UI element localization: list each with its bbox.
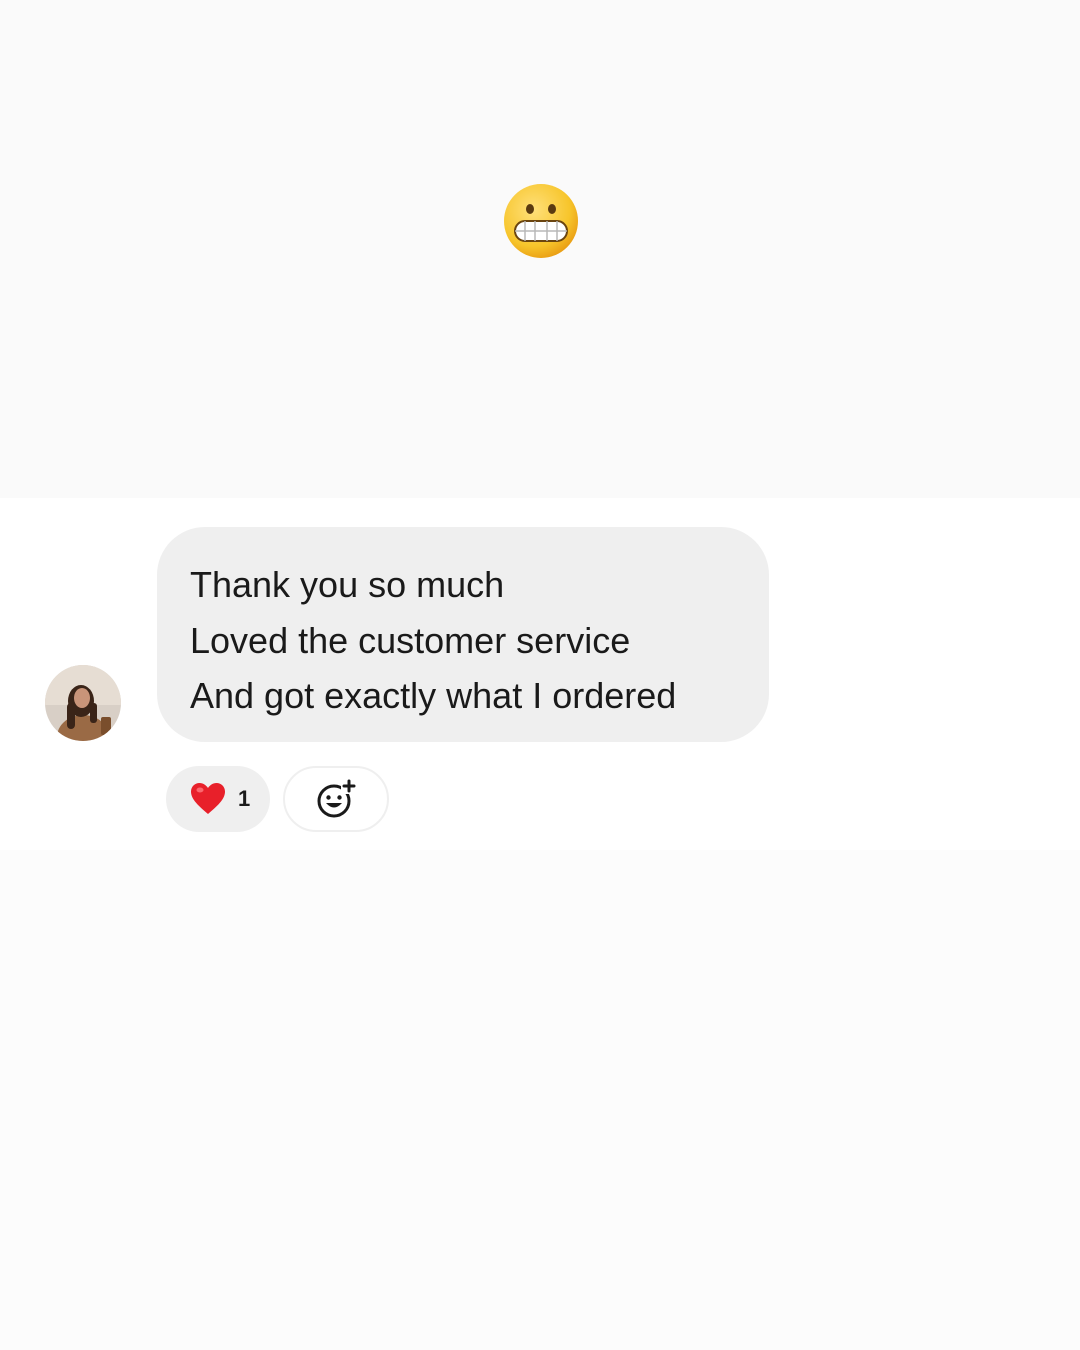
reaction-heart-chip[interactable]: 1: [166, 766, 270, 832]
chat-screen: Thank you so much Loved the customer ser…: [0, 0, 1080, 1350]
grimacing-face-icon[interactable]: [503, 183, 579, 259]
message-line-3: And got exactly what I ordered: [190, 675, 677, 716]
message-bubble[interactable]: Thank you so much Loved the customer ser…: [157, 527, 769, 742]
add-reaction-icon: [317, 778, 357, 818]
message-above-area: [0, 0, 1080, 498]
message-line-1: Thank you so much: [190, 564, 505, 605]
avatar-photo-icon: [45, 665, 121, 741]
add-reaction-button[interactable]: [283, 766, 389, 832]
message-line-2: Loved the customer service: [190, 619, 631, 661]
empty-chat-area: [0, 850, 1080, 1350]
red-heart-icon: [191, 783, 225, 814]
reaction-count: 1: [238, 786, 251, 811]
avatar[interactable]: [45, 665, 121, 741]
